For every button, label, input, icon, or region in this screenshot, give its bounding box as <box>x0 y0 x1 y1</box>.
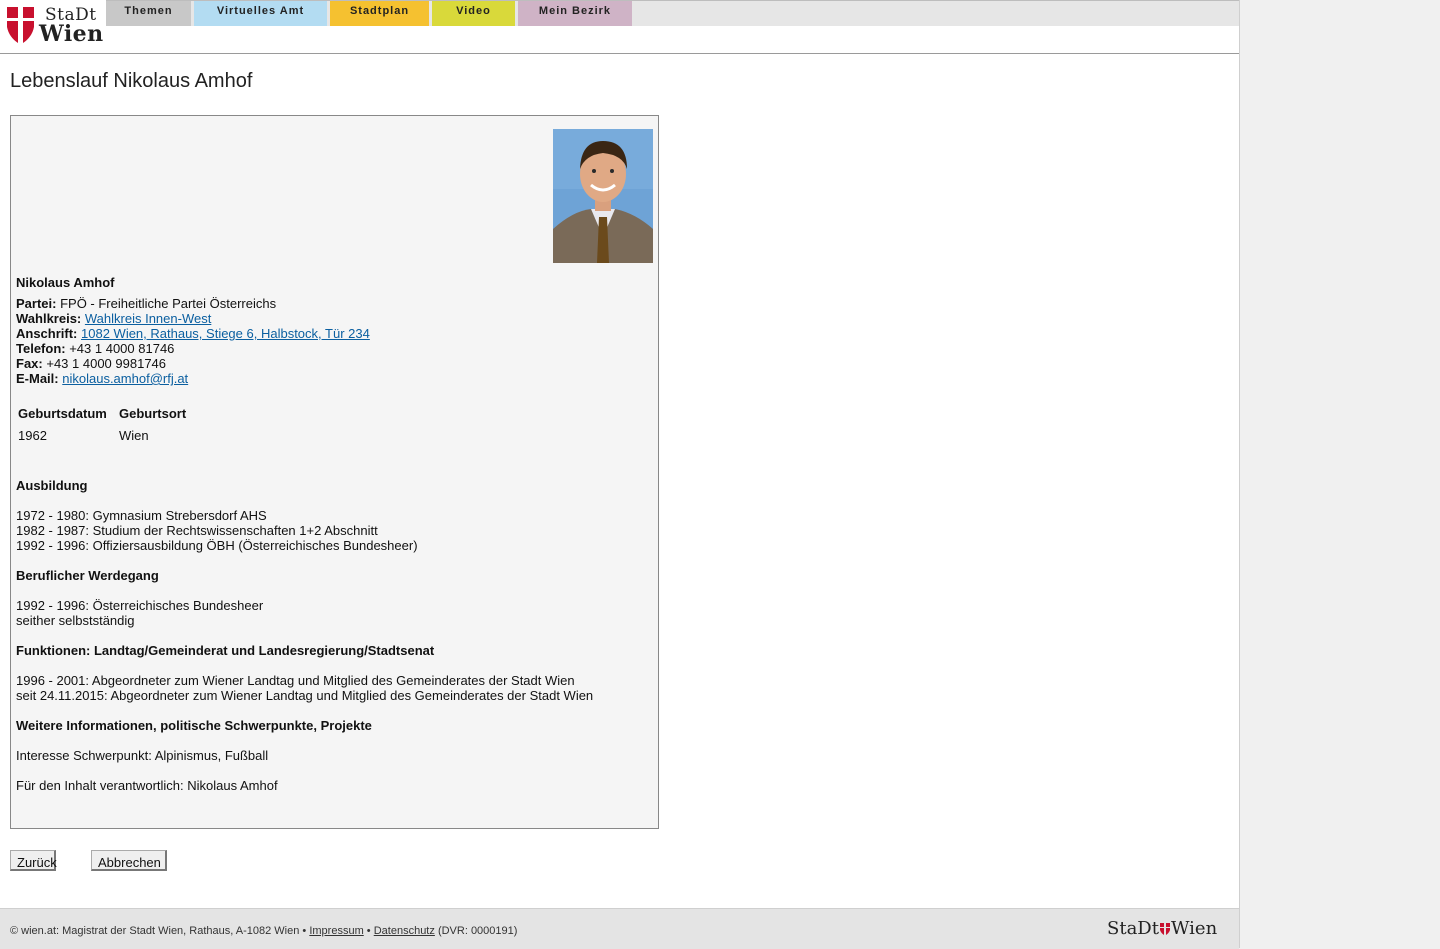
footer-logo-stadt: StaDt <box>1107 918 1159 939</box>
tab-mein-bezirk[interactable]: Mein Bezirk <box>518 1 632 26</box>
wahlkreis-row: Wahlkreis: Wahlkreis Innen-West <box>16 311 211 326</box>
anschrift-row: Anschrift: 1082 Wien, Rathaus, Stiege 6,… <box>16 326 370 341</box>
list-item: 1982 - 1987: Studium der Rechtswissensch… <box>16 523 378 538</box>
anschrift-label: Anschrift: <box>16 326 78 341</box>
telefon-label: Telefon: <box>16 341 66 356</box>
profile-name: Nikolaus Amhof <box>16 275 115 290</box>
portrait-photo <box>553 129 653 263</box>
party-label: Partei: <box>16 296 57 311</box>
table-header-geburtsort: Geburtsort <box>119 406 187 421</box>
section-title-weitere: Weitere Informationen, politische Schwer… <box>16 718 372 733</box>
top-navigation: Themen Virtuelles Amt Stadtplan Video Me… <box>106 0 1239 26</box>
list-item: seit 24.11.2015: Abgeordneter zum Wiener… <box>16 688 594 703</box>
footer-logo-wien: Wien <box>1170 918 1218 939</box>
fax-row: Fax: +43 1 4000 9981746 <box>16 356 166 371</box>
anschrift-link[interactable]: 1082 Wien, Rathaus, Stiege 6, Halbstock,… <box>81 326 370 341</box>
tab-themen[interactable]: Themen <box>106 1 191 26</box>
page: StaDt Wien Themen Virtuelles Amt Stadtpl… <box>0 0 1240 949</box>
verantwortlich-text: Für den Inhalt verantwortlich: Nikolaus … <box>16 778 278 793</box>
telefon-value: +43 1 4000 81746 <box>69 341 175 356</box>
wahlkreis-label: Wahlkreis: <box>16 311 82 326</box>
footer-copyright: © wien.at: Magistrat der Stadt Wien, Rat… <box>10 925 307 937</box>
site-footer: © wien.at: Magistrat der Stadt Wien, Rat… <box>0 908 1239 949</box>
email-row: E-Mail: nikolaus.amhof@rfj.at <box>16 371 188 386</box>
table-cell-geburtsort: Wien <box>119 428 149 443</box>
table-cell-geburtsdatum: 1962 <box>18 428 47 443</box>
page-title: Lebenslauf Nikolaus Amhof <box>10 70 253 92</box>
fax-value: +43 1 4000 9981746 <box>46 356 167 371</box>
wahlkreis-link[interactable]: Wahlkreis Innen-West <box>85 311 211 326</box>
stadt-wien-logo[interactable]: StaDt Wien <box>7 5 105 47</box>
list-item: seither selbstständig <box>16 613 135 628</box>
logo-text-wien: Wien <box>39 21 104 47</box>
party-row: Partei: FPÖ - Freiheitliche Partei Öster… <box>16 296 276 311</box>
section-title-ausbildung: Ausbildung <box>16 478 88 493</box>
table-header-geburtsdatum: Geburtsdatum <box>18 406 107 421</box>
section-title-funktionen: Funktionen: Landtag/Gemeinderat und Land… <box>16 643 435 658</box>
tab-video[interactable]: Video <box>432 1 515 26</box>
wien-shield-icon <box>7 7 34 43</box>
list-item: 1992 - 1996: Offiziersausbildung ÖBH (Ös… <box>16 538 418 553</box>
tab-stadtplan[interactable]: Stadtplan <box>330 1 429 26</box>
list-item: 1992 - 1996: Österreichisches Bundesheer <box>16 598 264 613</box>
fax-label: Fax: <box>16 356 43 371</box>
section-title-beruf: Beruflicher Werdegang <box>16 568 159 583</box>
list-item: 1996 - 2001: Abgeordneter zum Wiener Lan… <box>16 673 575 688</box>
back-button[interactable]: Zurück <box>10 850 57 871</box>
telefon-row: Telefon: +43 1 4000 81746 <box>16 341 174 356</box>
cancel-button[interactable]: Abbrechen <box>91 850 167 871</box>
email-link[interactable]: nikolaus.amhof@rfj.at <box>62 371 188 386</box>
impressum-link[interactable]: Impressum <box>309 925 363 937</box>
footer-logo[interactable]: StaDt Wien <box>1107 918 1217 939</box>
footer-dvr: (DVR: 0000191) <box>437 925 518 937</box>
wien-shield-icon <box>1159 923 1170 935</box>
datenschutz-link[interactable]: Datenschutz <box>374 925 435 937</box>
email-label: E-Mail: <box>16 371 59 386</box>
footer-text: © wien.at: Magistrat der Stadt Wien, Rat… <box>10 925 517 937</box>
party-value: FPÖ - Freiheitliche Partei Österreichs <box>60 296 277 311</box>
list-item: 1972 - 1980: Gymnasium Strebersdorf AHS <box>16 508 267 523</box>
footer-separator: • <box>366 925 371 937</box>
tab-virtuelles-amt[interactable]: Virtuelles Amt <box>194 1 327 26</box>
site-header: StaDt Wien Themen Virtuelles Amt Stadtpl… <box>0 0 1239 54</box>
profile-card: Nikolaus Amhof Partei: FPÖ - Freiheitlic… <box>10 115 659 829</box>
interesse-text: Interesse Schwerpunkt: Alpinismus, Fußba… <box>16 748 269 763</box>
